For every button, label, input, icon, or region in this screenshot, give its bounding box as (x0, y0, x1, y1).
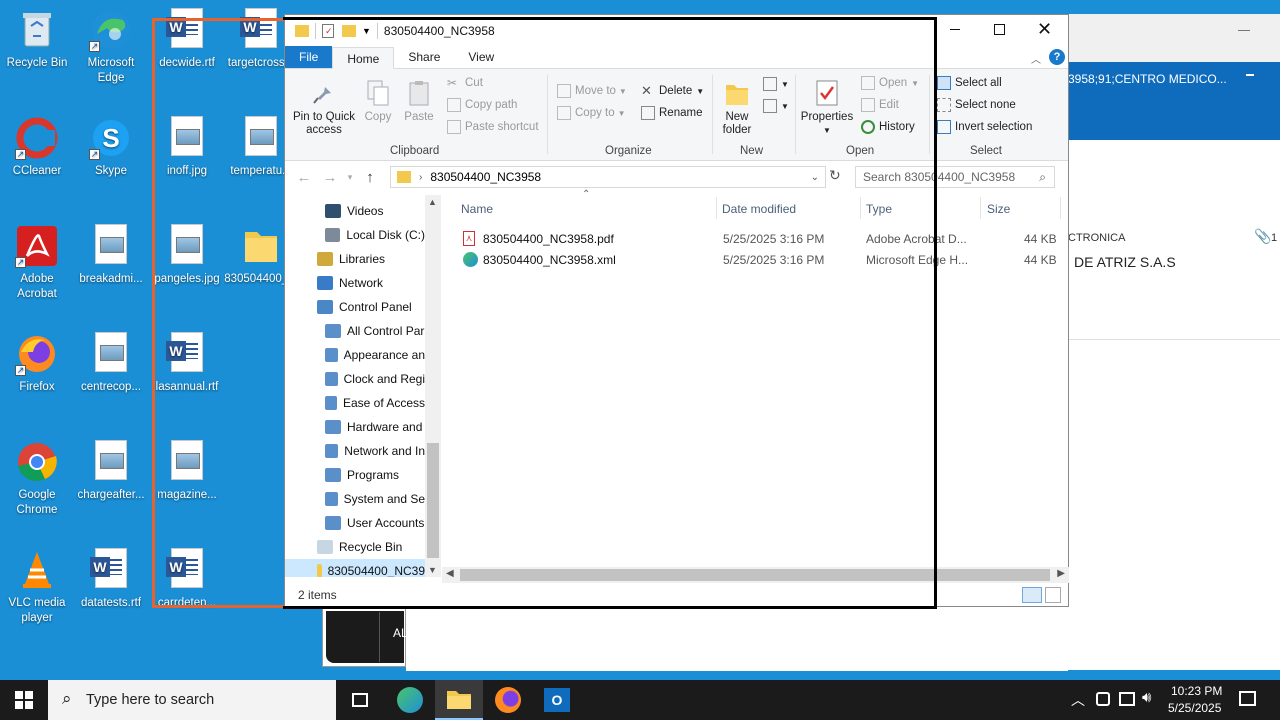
vlc-icon (15, 548, 59, 592)
desktop-icon-chargeafter[interactable]: chargeafter... (74, 440, 148, 503)
desktop-icon-acrobat[interactable]: ↗ Adobe Acrobat (0, 224, 74, 302)
firefox-icon (495, 687, 521, 713)
skype-icon: S ↗ (89, 116, 133, 160)
group-label-select: Select (970, 145, 1002, 157)
show-hidden-icons-chevron[interactable]: ︿ (1071, 690, 1085, 710)
taskbar-edge[interactable] (386, 680, 434, 720)
invert-selection-button[interactable]: Invert selection (937, 120, 1032, 134)
search-icon: ⌕ (1039, 169, 1046, 184)
taskbar-outlook[interactable]: O (533, 680, 581, 720)
task-view-button[interactable] (336, 680, 384, 720)
close-button[interactable]: ✕ (1037, 19, 1052, 40)
search-icon: ⌕ (62, 689, 72, 708)
desktop-icon-vlc[interactable]: VLC media player (0, 548, 74, 626)
column-header-size[interactable]: Size (987, 195, 1010, 223)
wifi-icon[interactable] (1119, 692, 1135, 706)
details-view-icon[interactable] (1022, 587, 1042, 603)
invert-selection-icon (937, 120, 951, 134)
desktop-icon-centrecop[interactable]: centrecop... (74, 332, 148, 395)
select-none-button[interactable]: Select none (937, 98, 1016, 112)
chrome-icon (15, 440, 59, 484)
image-file-icon (89, 440, 133, 484)
clock-time[interactable]: 10:23 PM (1171, 684, 1222, 698)
recycle-bin-icon (15, 8, 59, 52)
attachment-count: 1 (1271, 232, 1278, 244)
acrobat-icon: ↗ (15, 224, 59, 268)
minimize-button[interactable] (950, 29, 960, 30)
edge-icon (397, 687, 423, 713)
collapse-icon[interactable] (1246, 74, 1254, 76)
start-button[interactable] (0, 680, 48, 720)
desktop-icon-skype[interactable]: S ↗ Skype (74, 116, 148, 179)
network-status-icon[interactable] (1096, 692, 1110, 706)
select-all-button[interactable]: Select all (937, 76, 1002, 90)
desktop-icon-firefox[interactable]: ↗ Firefox (0, 332, 74, 395)
taskbar: ⌕ Type here to search O ︿ 🔊︎ 10:23 PM 5/… (0, 680, 1280, 720)
taskbar-search-input[interactable]: ⌕ Type here to search (48, 680, 336, 720)
clock-date[interactable]: 5/25/2025 (1168, 701, 1221, 715)
scroll-right-icon[interactable]: ▶ (1057, 568, 1065, 579)
dark-preview-panel[interactable]: AL (322, 607, 408, 667)
watermark: ANY RUN (1036, 613, 1252, 665)
large-icons-view-icon[interactable] (1045, 587, 1061, 603)
mail-sender: CTRONICA (1068, 232, 1126, 244)
image-file-icon (89, 332, 133, 376)
edge-icon: ↗ (89, 8, 133, 52)
desktop-selection-outline (152, 18, 292, 608)
mail-subject: 3958;91;CENTRO MEDICO... (1068, 72, 1227, 86)
task-view-icon (352, 693, 368, 707)
select-none-icon (937, 98, 951, 112)
word-doc-icon (89, 548, 133, 592)
ccleaner-icon: ↗ (15, 116, 59, 160)
desktop-icon-chrome[interactable]: Google Chrome (0, 440, 74, 518)
taskbar-file-explorer[interactable] (435, 680, 483, 720)
firefox-icon: ↗ (15, 332, 59, 376)
window-highlight-border (283, 17, 937, 609)
windows-icon (15, 691, 33, 709)
maximize-button[interactable] (994, 24, 1005, 35)
mail-company: DE ATRIZ S.A.S (1074, 254, 1176, 270)
background-mail-window[interactable]: 3958;91;CENTRO MEDICO... CTRONICA 📎 1 DE… (1068, 14, 1280, 670)
volume-icon[interactable]: 🔊︎ (1142, 689, 1151, 706)
desktop-icon-ccleaner[interactable]: ↗ CCleaner (0, 116, 74, 179)
select-all-icon (937, 76, 951, 90)
desktop-icon-edge[interactable]: ↗ Microsoft Edge (74, 8, 148, 86)
attachment-icon: 📎 (1254, 228, 1272, 244)
folder-icon (447, 691, 471, 709)
outlook-icon: O (544, 688, 570, 712)
help-icon[interactable]: ? (1049, 49, 1065, 65)
minimize-icon[interactable] (1238, 30, 1250, 31)
background-window-bottom (406, 607, 1068, 671)
svg-text:S: S (102, 123, 119, 153)
image-file-icon (89, 224, 133, 268)
taskbar-firefox[interactable] (484, 680, 532, 720)
notification-icon[interactable] (1239, 691, 1256, 706)
collapse-ribbon-icon[interactable]: ︿ (1031, 51, 1041, 66)
desktop-icon-datatests[interactable]: datatests.rtf (74, 548, 148, 611)
desktop-icon-recycle-bin[interactable]: Recycle Bin (0, 8, 74, 71)
desktop-icon-breakadmi[interactable]: breakadmi... (74, 224, 148, 287)
